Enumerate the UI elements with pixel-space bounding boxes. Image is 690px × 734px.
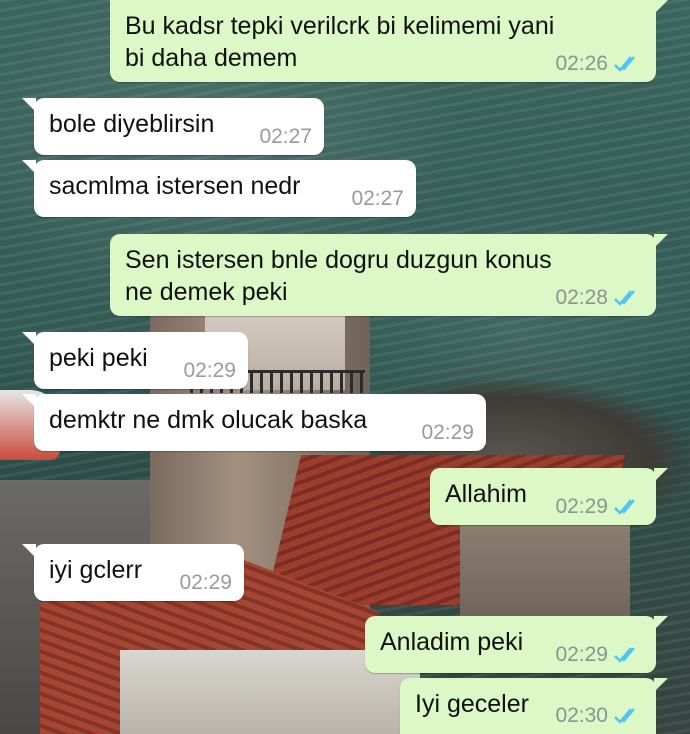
message-time: 02:28 — [555, 286, 608, 309]
message-text: Sen istersen bnle dogru duzgun konus ne … — [125, 246, 552, 306]
message-time: 02:29 — [183, 359, 236, 382]
message-incoming[interactable]: demktr ne dmk olucak baska 02:29 — [22, 394, 486, 451]
message-meta: 02:29 — [179, 571, 232, 595]
message-text: peki peki — [49, 344, 148, 372]
read-double-tick-icon — [614, 708, 635, 724]
message-meta: 02:29 — [555, 495, 644, 519]
message-time: 02:27 — [351, 187, 404, 210]
message-meta: 02:26 — [555, 52, 644, 76]
message-incoming[interactable]: peki peki 02:29 — [22, 332, 248, 389]
message-incoming[interactable]: bole diyeblirsin 02:27 — [22, 98, 324, 155]
read-double-tick-icon — [614, 290, 635, 306]
message-text: Anladim peki — [380, 628, 524, 656]
message-meta: 02:27 — [351, 187, 404, 211]
message-time: 02:27 — [259, 125, 312, 148]
message-incoming[interactable]: sacmlma istersen nedr 02:27 — [22, 160, 416, 217]
message-meta: 02:29 — [555, 643, 644, 667]
message-text: Allahim — [445, 480, 527, 508]
message-text: Iyi geceler — [415, 690, 529, 718]
read-double-tick-icon — [614, 499, 635, 515]
message-text: Bu kadsr tepki verilcrk bi kelimemi yani… — [125, 12, 555, 72]
message-incoming[interactable]: iyi gclerr 02:29 — [22, 544, 244, 601]
message-time: 02:29 — [555, 495, 608, 518]
message-outgoing[interactable]: Anladim peki 02:29 — [365, 616, 668, 673]
read-double-tick-icon — [614, 647, 635, 663]
message-time: 02:26 — [555, 52, 608, 75]
message-text: bole diyeblirsin — [49, 110, 215, 138]
message-text: sacmlma istersen nedr — [49, 172, 301, 200]
message-meta: 02:29 — [183, 359, 236, 383]
message-time: 02:30 — [555, 704, 608, 727]
message-meta: 02:30 — [555, 704, 644, 728]
message-meta: 02:29 — [421, 421, 474, 445]
message-time: 02:29 — [421, 421, 474, 444]
message-meta: 02:27 — [259, 125, 312, 149]
message-text: iyi gclerr — [49, 556, 143, 584]
message-time: 02:29 — [555, 643, 608, 666]
message-outgoing[interactable]: Iyi geceler 02:30 — [400, 678, 668, 734]
message-outgoing[interactable]: Bu kadsr tepki verilcrk bi kelimemi yani… — [110, 0, 668, 82]
message-outgoing[interactable]: Allahim 02:29 — [430, 468, 668, 525]
message-time: 02:29 — [179, 571, 232, 594]
read-double-tick-icon — [614, 56, 635, 72]
message-meta: 02:28 — [555, 286, 644, 310]
message-outgoing[interactable]: Sen istersen bnle dogru duzgun konus ne … — [110, 234, 668, 316]
message-text: demktr ne dmk olucak baska — [49, 406, 368, 434]
